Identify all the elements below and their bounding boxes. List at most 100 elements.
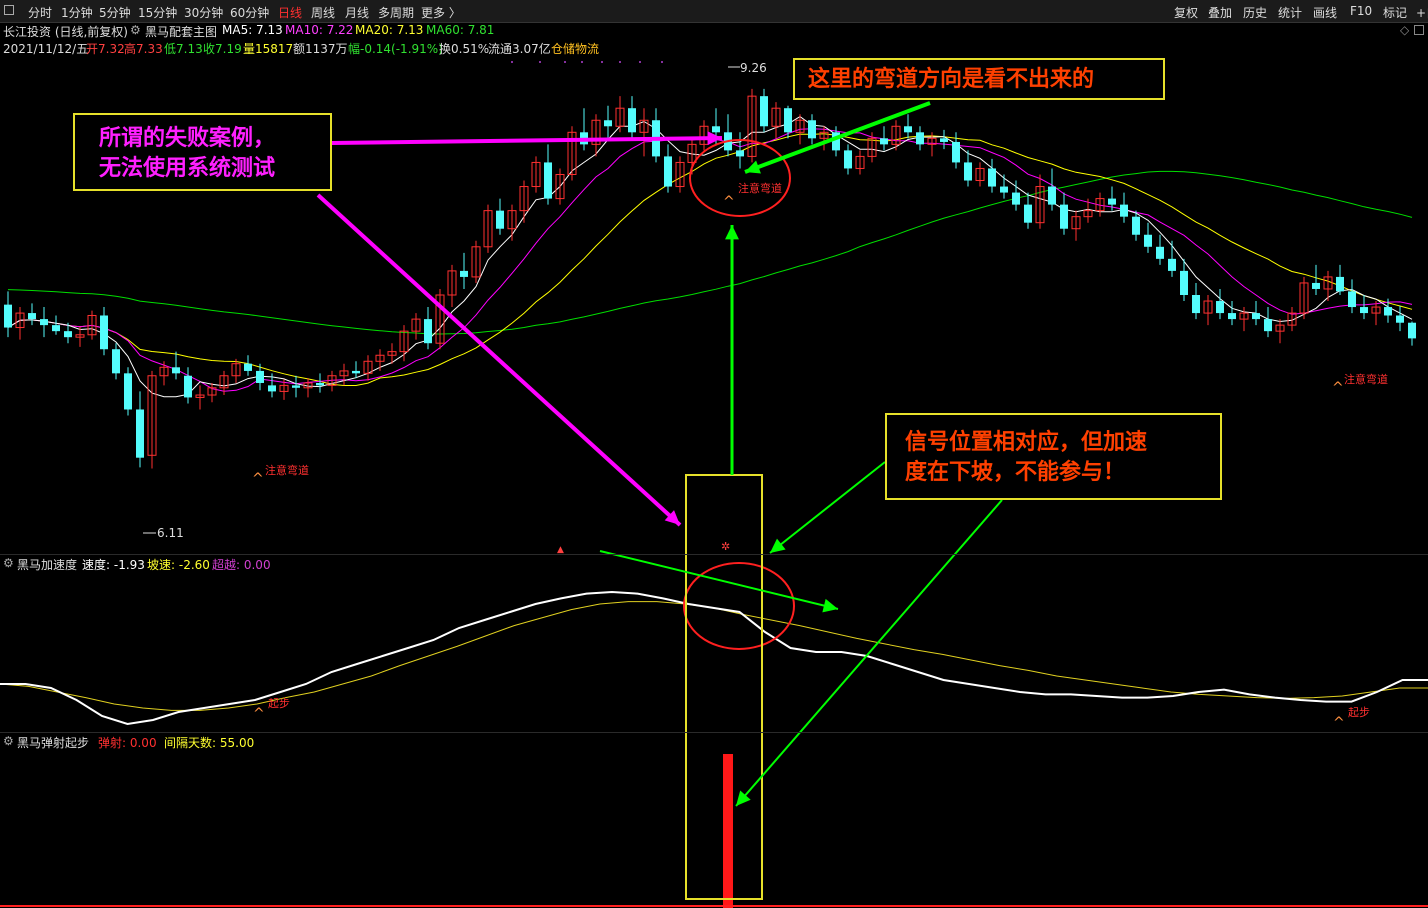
candle-body-down — [496, 210, 504, 229]
interval-readout: 间隔天数: 55.00 — [164, 736, 255, 750]
chevron-icon: ^ — [253, 706, 265, 722]
candle-body-down — [916, 132, 924, 145]
green-arrow-head — [822, 598, 838, 613]
exceed-readout: 超越: 0.00 — [212, 558, 271, 572]
speed-readout: 速度: -1.93 — [82, 558, 145, 572]
panel-divider — [0, 732, 1428, 733]
signal-star-icon: ✲ — [721, 540, 730, 553]
candle-body-down — [100, 315, 108, 350]
candle-body-down — [352, 370, 360, 374]
candle-body-down — [844, 150, 852, 169]
eject-panel-header: ⚙ 黑马弹射起步 弹射: 0.00 间隔天数: 55.00 — [0, 734, 600, 750]
high-price-label: 9.26 — [740, 61, 767, 75]
candle-body-down — [736, 150, 744, 157]
curve-warning-label-1: 注意弯道 — [265, 463, 309, 477]
curve-warning-label-2: 注意弯道 — [738, 181, 782, 195]
candle-body-down — [1396, 315, 1404, 323]
callout-signal-line2: 度在下坡，不能参与！ — [905, 459, 1126, 485]
acceleration-panel — [0, 590, 1428, 726]
candle-body-down — [424, 319, 432, 344]
chevron-icon: ^ — [723, 194, 735, 210]
candle-body-down — [1156, 246, 1164, 259]
start-signal-label-1: 起步 — [268, 697, 290, 710]
candle-body-down — [1384, 307, 1392, 316]
slope-readout: 坡速: -2.60 — [147, 558, 210, 572]
candle-body-down — [1168, 258, 1176, 271]
signal-dot — [639, 61, 641, 63]
candle-body-down — [544, 162, 552, 199]
candle-body-down — [1132, 216, 1140, 235]
green-arrow — [744, 101, 931, 174]
candle-body-down — [28, 313, 36, 320]
candle-body-down — [1336, 276, 1344, 292]
magenta-arrow — [331, 136, 723, 145]
candle-body-down — [1012, 192, 1020, 205]
candle-body-down — [64, 331, 72, 338]
green-arrow — [769, 461, 886, 554]
candle-body-down — [1252, 313, 1260, 320]
candle-body-down — [1108, 198, 1116, 205]
panel-divider — [0, 554, 1428, 555]
chevron-icon: ^ — [252, 471, 264, 487]
candle-body-down — [268, 385, 276, 392]
candle-body-down — [1048, 186, 1056, 205]
accel-panel-header: ⚙ 黑马加速度 速度: -1.93 坡速: -2.60 超越: 0.00 — [0, 556, 600, 572]
candle-body-down — [172, 367, 180, 374]
slope-speed-line — [0, 601, 1428, 711]
candle-body-down — [784, 108, 792, 133]
accel-indicator-name[interactable]: 黑马加速度 — [17, 556, 77, 573]
candle-body-down — [712, 126, 720, 133]
candle-body-down — [808, 120, 816, 139]
candle-body-down — [1408, 322, 1416, 339]
candle-body-down — [1348, 291, 1356, 308]
candle-body-down — [1360, 307, 1368, 314]
candle-body-down — [40, 319, 48, 326]
curve-warning-label-3: 注意弯道 — [1344, 372, 1388, 386]
signal-dot — [661, 61, 663, 63]
candle-body-down — [988, 168, 996, 187]
candle-body-down — [964, 162, 972, 181]
eject-readout: 弹射: 0.00 — [98, 736, 157, 750]
candle-body-down — [664, 156, 672, 187]
green-arrow — [599, 550, 839, 610]
signal-dot — [581, 61, 583, 63]
candle-body-down — [1000, 186, 1008, 193]
callout-failure-case: 所谓的失败案例， 无法使用系统测试 — [73, 113, 332, 191]
candle-body-down — [124, 373, 132, 410]
candle-body-down — [112, 349, 120, 374]
candle-body-down — [1060, 204, 1068, 229]
candle-body-down — [136, 409, 144, 458]
start-signal-label-2: 起步 — [1348, 706, 1370, 719]
eject-indicator-name[interactable]: 黑马弹射起步 — [17, 734, 89, 751]
candle-body-down — [1228, 313, 1236, 320]
panel-collapse-icon[interactable]: ⚙ — [3, 556, 14, 570]
candle-body-down — [292, 385, 300, 388]
signal-dot — [601, 61, 603, 63]
candle-body-down — [1144, 234, 1152, 247]
candle-body-down — [940, 138, 948, 142]
candle-body-down — [1024, 204, 1032, 223]
signal-dot — [539, 61, 541, 63]
panel-collapse-icon[interactable]: ⚙ — [3, 734, 14, 748]
candle-body-down — [460, 270, 468, 277]
candle-body-down — [904, 126, 912, 133]
candle-body-down — [1312, 282, 1320, 289]
candle-body-down — [1120, 204, 1128, 217]
candle-body-down — [952, 141, 960, 163]
candle-body-down — [316, 382, 324, 386]
callout-failure-line1: 所谓的失败案例， — [99, 125, 276, 151]
callout-failure-line2: 无法使用系统测试 — [99, 155, 276, 181]
candle-body-down — [880, 138, 888, 145]
green-arrow-head — [725, 225, 739, 240]
signal-dot — [619, 61, 621, 63]
callout-signal-position: 信号位置相对应，但加速 度在下坡，不能参与！ — [885, 413, 1222, 500]
candle-body-down — [244, 363, 252, 371]
candle-body-down — [4, 304, 12, 328]
candle-body-down — [256, 370, 264, 383]
callout-curve-text: 这里的弯道方向是看不出来的 — [808, 66, 1095, 92]
candle-body-down — [52, 325, 60, 332]
eject-panel — [0, 754, 1428, 908]
signal-dot — [511, 61, 513, 63]
candle-body-down — [628, 108, 636, 133]
candle-body-down — [760, 96, 768, 127]
